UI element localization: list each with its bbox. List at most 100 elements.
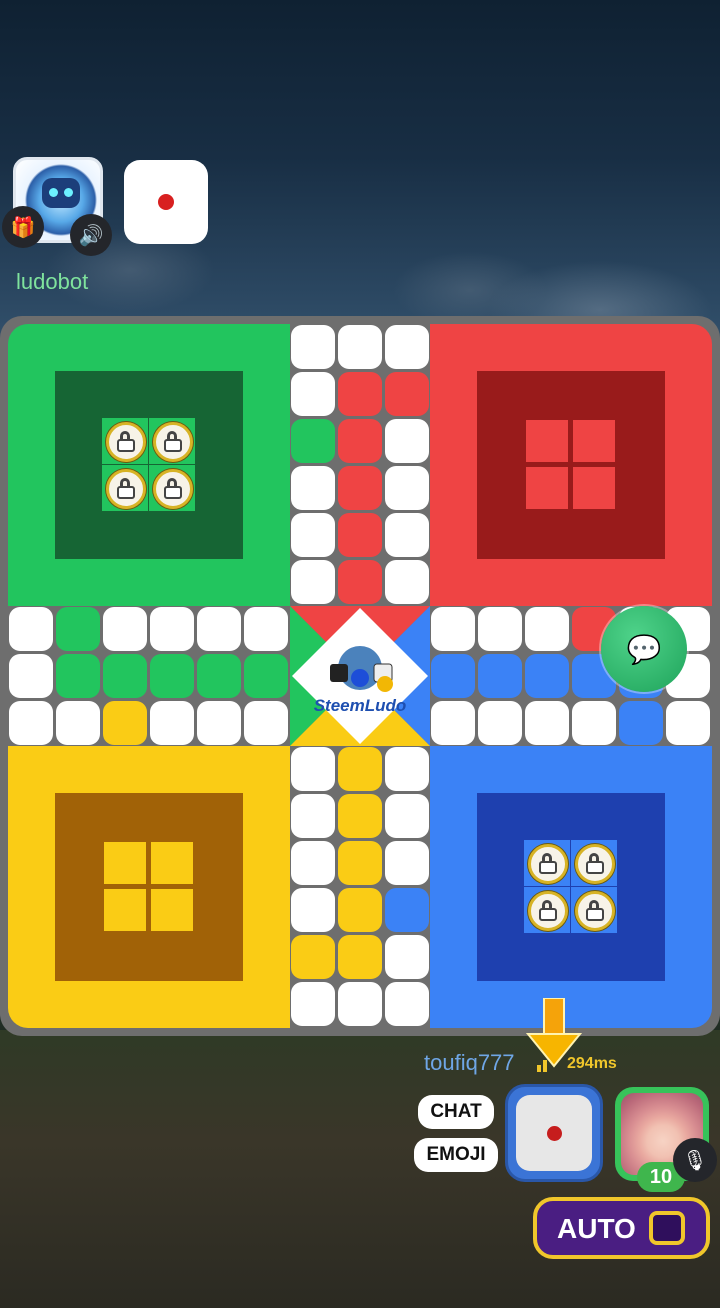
track-cell [291,793,335,838]
track-cell [9,700,53,745]
auto-checkbox[interactable] [649,1211,685,1245]
blue-pad [524,840,570,886]
track-cell [384,981,429,1026]
track-cell [337,793,382,838]
lock-icon[interactable] [153,422,193,462]
track-cell [291,840,335,885]
track-cell [384,512,429,557]
gift-icon: 🎁 [10,216,36,239]
red-pad [571,418,617,464]
opponent-dice [124,160,208,244]
emoji-button[interactable]: EMOJI [414,1138,498,1172]
green-home [8,324,290,606]
red-home [430,324,712,606]
blue-pad [524,887,570,933]
roll-dice-button[interactable] [505,1084,603,1182]
speaker-icon: 🔊 [78,224,104,247]
track-cell [291,418,335,463]
auto-button[interactable]: AUTO [533,1197,710,1259]
center-triangles [290,606,430,746]
red-home-inner [477,371,665,559]
track-cell [291,887,335,932]
track-cell [384,840,429,885]
lock-icon[interactable] [153,469,193,509]
yellow-home-inner [55,793,243,981]
track-cell [291,512,335,557]
track-cell [337,418,382,463]
track-cell [102,607,147,651]
track-cell [337,981,382,1026]
green-pad [149,418,195,464]
blue-home-inner [477,793,665,981]
lock-icon[interactable] [106,422,146,462]
track-cell [196,700,241,745]
lock-icon[interactable] [575,844,615,884]
green-pad [102,465,148,511]
signal-icon [537,1058,551,1072]
sound-button[interactable]: 🔊 [70,214,112,256]
yellow-pad [102,887,148,933]
track-cell [243,653,288,698]
lock-icon[interactable] [575,891,615,931]
track-cell [291,559,335,604]
dice-face [516,1095,592,1171]
red-pad [524,418,570,464]
track-cell [477,607,522,651]
blue-pad [571,840,617,886]
track-cell [9,607,53,651]
track-cell [524,653,569,698]
gift-button[interactable]: 🎁 [2,206,44,248]
track-cell [524,700,569,745]
track-cell [291,465,335,510]
track-cell [196,607,241,651]
track-cell [384,793,429,838]
track-cell [243,607,288,651]
player-name: toufiq777 [424,1050,515,1075]
opponent-name: ludobot [16,269,89,294]
track-cell [196,653,241,698]
track-cell [149,700,194,745]
track-cell [665,700,710,745]
ping-value: 294ms [567,1055,617,1072]
dice-dot [158,194,174,210]
track-cell [337,325,382,369]
yellow-pad [149,887,195,933]
microphone-icon: 🎙 [682,1149,708,1172]
track-cell [337,512,382,557]
green-home-inner [55,371,243,559]
track-cell [291,325,335,369]
track-cell [337,934,382,979]
track-cell [291,934,335,979]
track-cell [384,559,429,604]
track-cell [55,607,100,651]
chat-button[interactable]: CHAT [418,1095,494,1129]
chat-bubble-button[interactable]: 💬 [601,606,687,692]
track-cell [431,607,475,651]
lock-icon[interactable] [106,469,146,509]
mic-button[interactable]: 🎙 [673,1138,717,1182]
lock-icon[interactable] [528,844,568,884]
yellow-pad [149,840,195,886]
auto-label: AUTO [557,1213,636,1244]
track-cell [337,840,382,885]
green-pad [102,418,148,464]
track-cell [149,653,194,698]
track-cell [524,607,569,651]
track-cell [384,747,429,791]
robot-face-icon [42,178,80,208]
track-cell [337,371,382,416]
track-cell [477,653,522,698]
lock-icon[interactable] [528,891,568,931]
track-cell [337,465,382,510]
track-cell [9,653,53,698]
yellow-home [8,746,290,1028]
track-cell [149,607,194,651]
track-cell [337,559,382,604]
track-cell [291,747,335,791]
track-cell [384,371,429,416]
track-cell [291,371,335,416]
track-cell [337,747,382,791]
dice-dot [547,1126,562,1141]
track-cell [384,465,429,510]
track-cell [384,887,429,932]
